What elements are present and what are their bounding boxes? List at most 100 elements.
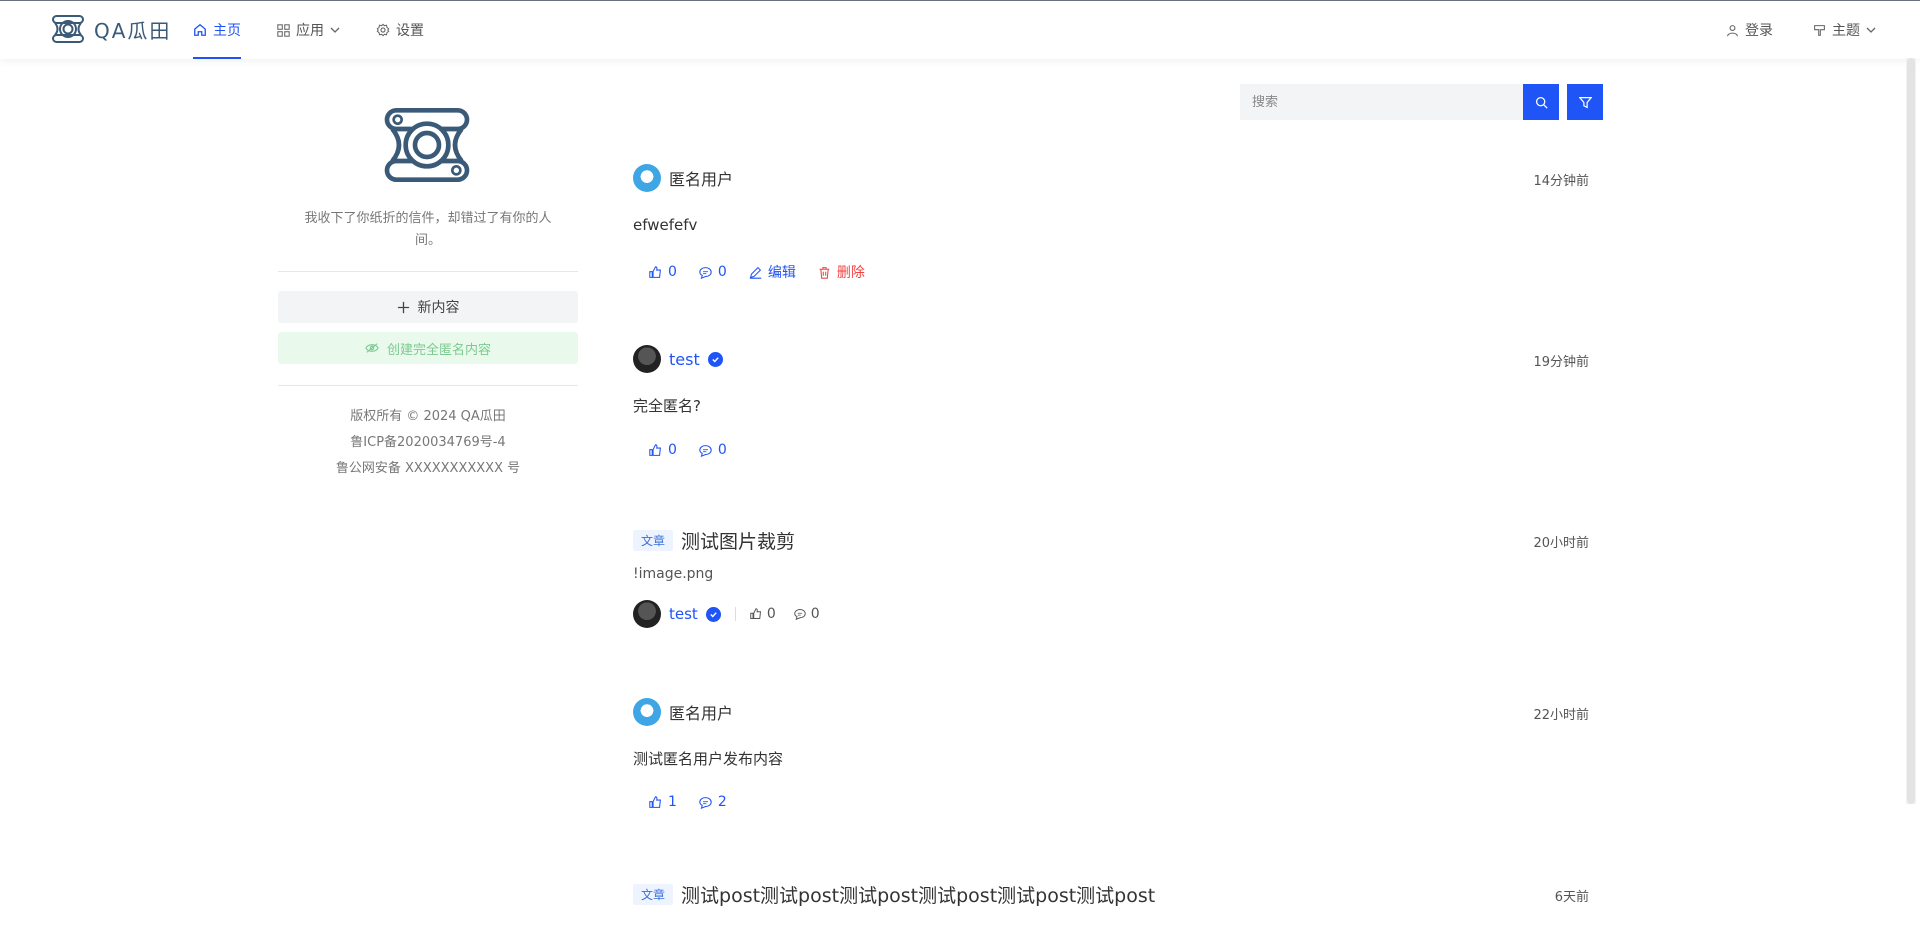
- nav-home[interactable]: 主页: [193, 1, 241, 59]
- comment-icon: [699, 796, 712, 809]
- post-time: 14分钟前: [1533, 174, 1589, 189]
- apps-grid-icon: [277, 23, 290, 37]
- user-icon: [1727, 24, 1738, 36]
- post-actions: 0 0 编辑 删除: [649, 262, 865, 282]
- login-label: 登录: [1745, 23, 1773, 39]
- avatar[interactable]: [633, 698, 661, 726]
- delete-button[interactable]: 删除: [818, 262, 865, 282]
- anonymous-content-button[interactable]: 创建完全匿名内容: [278, 332, 578, 364]
- comment-icon: [699, 444, 712, 457]
- article-header: 文章 测试post测试post测试post测试post测试post测试post: [633, 880, 1155, 908]
- filter-button[interactable]: [1567, 84, 1603, 120]
- comment-button[interactable]: 2: [699, 794, 727, 810]
- logo-text: QA瓜田: [94, 18, 172, 43]
- police-record-link[interactable]: 鲁公网安备 XXXXXXXXXXX 号: [278, 456, 578, 482]
- comment-button[interactable]: 0: [699, 442, 727, 458]
- top-navbar: QA瓜田 主页 应用 设置 登录 主题: [0, 1, 1920, 59]
- avatar[interactable]: [633, 345, 661, 373]
- theme-label: 主题: [1832, 23, 1860, 39]
- comment-button[interactable]: 0: [699, 264, 727, 280]
- like-button[interactable]: 0: [649, 442, 677, 458]
- article-title[interactable]: 测试post测试post测试post测试post测试post测试post: [681, 881, 1155, 908]
- post-actions: 1 2: [649, 794, 727, 810]
- avatar[interactable]: [633, 600, 661, 628]
- thumbs-up-icon: [649, 795, 661, 808]
- verified-badge-icon: [707, 351, 723, 367]
- post-actions: 0 0: [649, 442, 727, 458]
- post-author[interactable]: 匿名用户: [669, 700, 733, 724]
- brand-logo-icon: [384, 108, 470, 182]
- copyright-text: 版权所有 © 2024 QA瓜田: [350, 409, 506, 424]
- eye-off-icon: [365, 343, 379, 353]
- icp-link[interactable]: 鲁ICP备2020034769号-4: [278, 430, 578, 456]
- sidebar-slogan: 我收下了你纸折的信件，却错过了有你的人间。: [304, 211, 552, 248]
- header-actions: 登录 主题: [1726, 1, 1876, 59]
- comment-count: 0: [717, 264, 727, 280]
- like-button[interactable]: 1: [649, 794, 677, 810]
- post-time: 22小时前: [1533, 708, 1589, 723]
- main-nav: 主页 应用 设置: [193, 1, 460, 59]
- sidebar-divider: [278, 385, 578, 386]
- search-button[interactable]: [1523, 84, 1559, 120]
- post-time: 20小时前: [1533, 536, 1589, 551]
- post-header: 匿名用户: [633, 164, 733, 192]
- post-time: 19分钟前: [1533, 355, 1589, 370]
- comment-count: 2: [717, 794, 727, 810]
- like-button[interactable]: 0: [649, 264, 677, 280]
- like-button[interactable]: 0: [750, 606, 776, 622]
- chevron-down-icon: [1866, 27, 1876, 33]
- post-body[interactable]: efwefefv: [633, 216, 697, 234]
- site-logo[interactable]: QA瓜田: [50, 14, 171, 44]
- like-count: 1: [668, 794, 677, 810]
- home-icon: [194, 23, 206, 36]
- delete-label: 删除: [836, 265, 865, 281]
- article-tag: 文章: [633, 529, 674, 551]
- post-time: 6天前: [1554, 890, 1589, 905]
- nav-home-label: 主页: [213, 23, 241, 39]
- page-scrollbar[interactable]: [1906, 58, 1916, 804]
- post-body[interactable]: 测试匿名用户发布内容: [633, 748, 783, 769]
- new-content-label: 新内容: [417, 300, 460, 316]
- edit-label: 编辑: [767, 265, 796, 281]
- post-header: 匿名用户: [633, 698, 733, 726]
- chevron-down-icon: [330, 27, 340, 33]
- comment-icon: [699, 266, 712, 279]
- avatar[interactable]: [633, 164, 661, 192]
- nav-apps-label: 应用: [296, 23, 324, 39]
- new-content-button[interactable]: 新内容: [278, 291, 578, 323]
- nav-apps[interactable]: 应用: [277, 1, 340, 59]
- verified-badge-icon: [705, 606, 721, 622]
- trash-icon: [819, 266, 830, 279]
- thumbs-up-icon: [750, 608, 761, 619]
- edit-button[interactable]: 编辑: [749, 262, 796, 282]
- article-tag: 文章: [633, 883, 674, 905]
- scrollbar-thumb[interactable]: [1907, 58, 1915, 804]
- sidebar-divider: [278, 271, 578, 272]
- comment-icon: [793, 609, 806, 620]
- article-author[interactable]: test: [669, 605, 698, 623]
- anonymous-content-label: 创建完全匿名内容: [386, 342, 491, 358]
- nav-settings-label: 设置: [396, 23, 424, 39]
- post-author[interactable]: 匿名用户: [669, 166, 733, 190]
- search-icon: [1535, 96, 1548, 109]
- article-excerpt[interactable]: !image.png: [633, 566, 713, 582]
- thumbs-up-icon: [649, 265, 661, 278]
- article-meta: test 0 0: [633, 600, 830, 628]
- edit-icon: [749, 266, 762, 279]
- post-header: test: [633, 345, 723, 373]
- plus-icon: [397, 301, 409, 313]
- sidebar-footer: 版权所有 © 2024 QA瓜田 鲁ICP备2020034769号-4 鲁公网安…: [278, 404, 578, 482]
- nav-settings[interactable]: 设置: [376, 1, 424, 59]
- article-title[interactable]: 测试图片裁剪: [681, 527, 795, 554]
- meta-separator: [734, 607, 736, 621]
- comment-button[interactable]: 0: [793, 606, 820, 622]
- gear-icon: [376, 23, 390, 37]
- post-author[interactable]: test: [669, 350, 700, 369]
- like-count: 0: [668, 442, 677, 458]
- login-button[interactable]: 登录: [1726, 20, 1773, 40]
- comment-count: 0: [810, 606, 820, 622]
- article-header: 文章 测试图片裁剪: [633, 526, 795, 554]
- post-body[interactable]: 完全匿名?: [633, 395, 701, 416]
- search-input[interactable]: [1240, 84, 1523, 120]
- theme-dropdown[interactable]: 主题: [1813, 20, 1876, 40]
